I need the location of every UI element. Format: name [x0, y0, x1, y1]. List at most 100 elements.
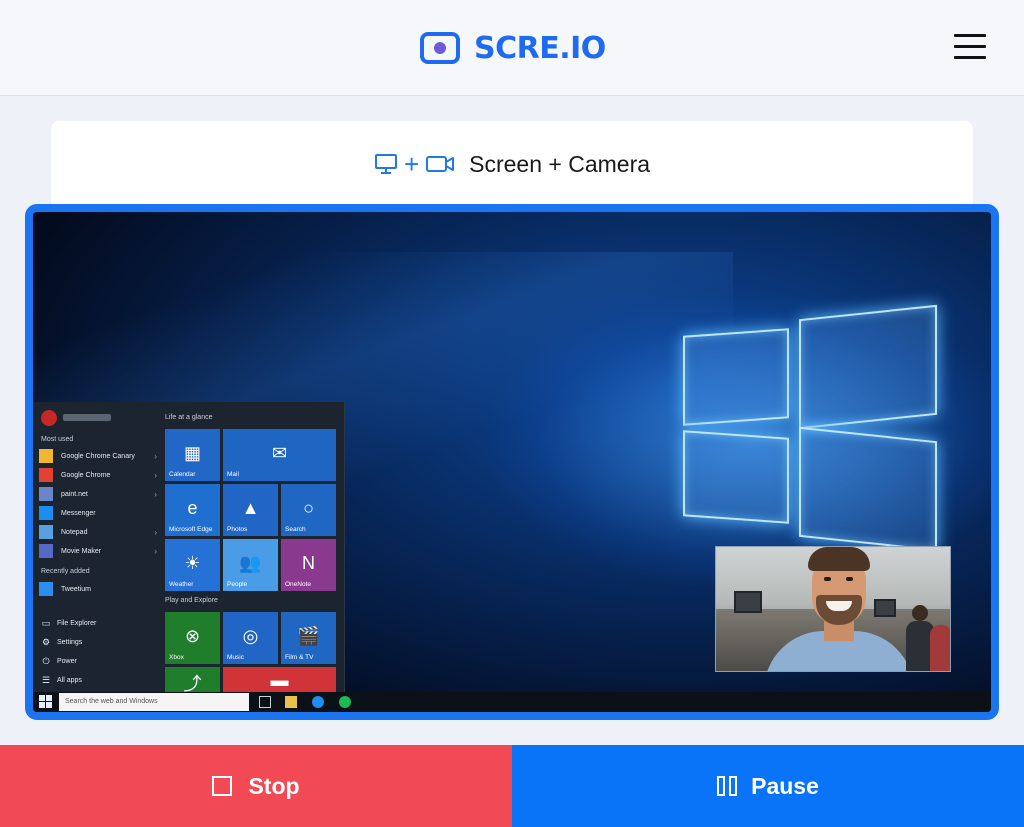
most-used-heading: Most used	[41, 436, 74, 443]
tile-glyph-icon: e	[187, 498, 198, 518]
tile-label: Mail	[227, 471, 239, 478]
chevron-right-icon: ›	[154, 470, 157, 480]
start-tile[interactable]: ☀ Weather	[165, 539, 220, 591]
system-item[interactable]: ⚙ Settings	[41, 637, 82, 648]
video-camera-icon	[426, 156, 455, 172]
record-camera-icon	[420, 32, 460, 64]
file-explorer-icon[interactable]	[285, 696, 297, 708]
system-item[interactable]: ▭ File Explorer	[41, 618, 97, 629]
system-item[interactable]: ⏻ Power	[41, 656, 77, 667]
tile-label: Microsoft Edge	[169, 526, 213, 533]
recording-mode-label: Screen + Camera	[469, 150, 651, 177]
system-glyph-icon: ☰	[41, 675, 51, 685]
life-at-a-glance-heading: Life at a glance	[165, 414, 213, 421]
system-label: All apps	[57, 677, 82, 684]
app-icon	[39, 525, 53, 539]
app-header: SCRE.IO	[0, 0, 1024, 96]
hamburger-menu-icon	[954, 34, 986, 37]
tile-label: Calendar	[169, 471, 196, 478]
system-label: File Explorer	[57, 620, 97, 627]
system-glyph-icon: ▭	[41, 618, 51, 628]
app-label: Google Chrome Canary	[61, 452, 135, 460]
tile-glyph-icon: 👥	[239, 553, 262, 573]
spotify-icon[interactable]	[339, 696, 351, 708]
stop-label: Stop	[248, 772, 300, 799]
most-used-item[interactable]: Messenger	[39, 505, 157, 521]
start-tile[interactable]: 🎬 Film & TV	[281, 612, 336, 664]
app-label: Movie Maker	[61, 547, 102, 555]
tile-label: Photos	[227, 526, 248, 533]
messenger-icon[interactable]	[312, 696, 324, 708]
webcam-person	[760, 547, 916, 671]
start-tile[interactable]: e Microsoft Edge	[165, 484, 220, 536]
most-used-item[interactable]: paint.net ›	[39, 486, 157, 502]
start-tile[interactable]: ⤴	[165, 667, 220, 694]
tile-glyph-icon: 🎬	[297, 626, 320, 646]
tile-glyph-icon: ✉	[271, 443, 288, 463]
app-label: paint.net	[61, 490, 88, 498]
most-used-item[interactable]: Google Chrome Canary ›	[39, 448, 157, 464]
taskbar-search-box[interactable]: Search the web and Windows	[59, 693, 249, 711]
start-tile[interactable]: ▬	[223, 667, 336, 692]
chevron-right-icon: ›	[154, 527, 157, 537]
tile-label: Xbox	[169, 654, 184, 661]
start-tile[interactable]: ◎ Music	[223, 612, 278, 664]
brand-logo[interactable]: SCRE.IO	[420, 28, 606, 68]
app-icon	[39, 582, 53, 596]
start-tile[interactable]: ▲ Photos	[223, 484, 278, 536]
tile-glyph-icon: ☀	[184, 553, 201, 573]
tile-label: Music	[227, 654, 244, 661]
app-label: Tweetium	[61, 585, 91, 593]
stop-icon	[212, 776, 233, 796]
chevron-right-icon: ›	[154, 451, 157, 461]
tile-glyph-icon: ▬	[270, 670, 289, 690]
monitor-icon	[374, 154, 397, 174]
app-icon	[39, 449, 53, 463]
pause-button[interactable]: Pause	[512, 745, 1024, 827]
tile-glyph-icon: ▦	[183, 443, 201, 463]
chevron-right-icon: ›	[154, 489, 157, 499]
windows-logo	[683, 328, 789, 426]
start-menu: Most used Google Chrome Canary › Google Ch…	[33, 402, 345, 694]
system-label: Power	[57, 658, 77, 665]
system-label: Settings	[57, 639, 83, 646]
tile-glyph-icon: N	[302, 553, 315, 573]
webcam-overlay[interactable]	[715, 546, 951, 672]
tile-glyph-icon: ◎	[242, 626, 259, 646]
taskbar: Search the web and Windows	[33, 692, 991, 712]
pause-label: Pause	[751, 772, 819, 799]
most-used-item[interactable]: Google Chrome ›	[39, 467, 157, 483]
hamburger-menu-button[interactable]	[952, 32, 988, 62]
most-used-item[interactable]: Notepad ›	[39, 524, 157, 540]
recently-added-item[interactable]: Tweetium	[39, 581, 157, 597]
tile-label: Film & TV	[285, 654, 314, 661]
tile-glyph-icon: ○	[303, 498, 314, 518]
app-label: Notepad	[61, 528, 88, 536]
start-tile[interactable]: ✉ Mail	[223, 429, 336, 481]
plus-sign: +	[403, 149, 420, 179]
start-tile[interactable]: 👥 People	[223, 539, 278, 591]
recording-preview: Most used Google Chrome Canary › Google Ch…	[25, 204, 999, 720]
start-tile[interactable]: N OneNote	[281, 539, 336, 591]
windows-start-icon[interactable]	[39, 695, 53, 709]
recording-mode-selector[interactable]: + Screen + Camera	[51, 121, 973, 207]
app-icon	[39, 468, 53, 482]
tile-label: Search	[285, 526, 306, 533]
system-item[interactable]: ☰ All apps	[41, 675, 82, 686]
start-tile[interactable]: ▦ Calendar	[165, 429, 220, 481]
brand-name: SCRE.IO	[474, 30, 606, 66]
start-tile[interactable]: ⊗ Xbox	[165, 612, 220, 664]
tile-label: People	[227, 581, 248, 588]
app-icon	[39, 506, 53, 520]
user-name-blurred	[63, 414, 111, 421]
user-avatar[interactable]	[41, 410, 57, 426]
stop-button[interactable]: Stop	[0, 745, 512, 827]
most-used-item[interactable]: Movie Maker ›	[39, 543, 157, 559]
play-and-explore-heading: Play and Explore	[165, 597, 218, 604]
start-tile[interactable]: ○ Search	[281, 484, 336, 536]
task-view-icon[interactable]	[259, 696, 271, 708]
tile-glyph-icon: ▲	[241, 498, 260, 518]
app-label: Google Chrome	[61, 471, 111, 479]
app-icon	[39, 544, 53, 558]
app-icon	[39, 487, 53, 501]
